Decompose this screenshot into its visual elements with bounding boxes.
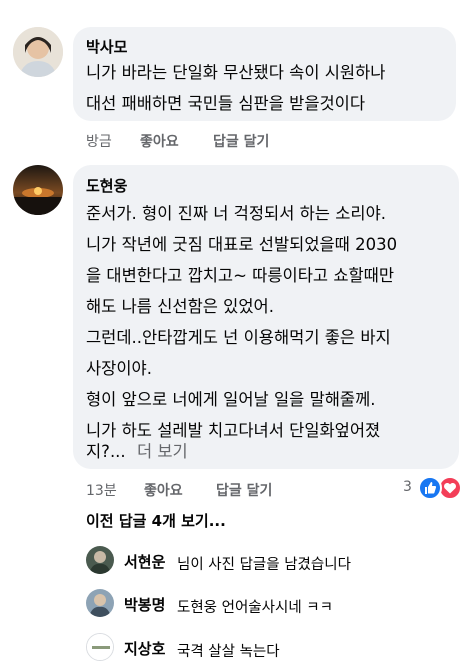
see-more-link[interactable]: 더 보기	[137, 442, 188, 461]
reply-text: 님이 사진 답글을 남겼습니다	[177, 557, 351, 573]
logo-avatar-icon	[87, 634, 113, 660]
comment-text-line: 니가 작년에 굿짐 대표로 선발되었을때 2030	[86, 235, 398, 254]
person-photo-icon	[13, 27, 63, 77]
avatar-reply-3[interactable]	[86, 633, 114, 661]
comment-text-line: 그런데..안타깝게도 넌 이용해먹기 좋은 바지	[86, 328, 391, 347]
comment-text-line: 준서가. 형이 진짜 너 걱정되서 하는 소리야.	[86, 204, 387, 223]
comment-text-line-last: 지?... 더 보기	[86, 436, 188, 467]
like-button[interactable]: 좋아요	[144, 480, 183, 500]
reaction-count: 3	[403, 479, 412, 495]
reply-button[interactable]: 답글 달기	[213, 131, 269, 151]
photo-avatar-icon	[86, 589, 114, 617]
comment-actions: 방금 좋아요 답글 달기	[86, 131, 386, 151]
comment-author[interactable]: 도현웅	[86, 175, 127, 196]
view-previous-replies-link[interactable]: 이전 답글 4개 보기...	[86, 510, 226, 531]
avatar-dohyunwoong[interactable]	[13, 165, 63, 215]
reply-author[interactable]: 박봉명	[124, 594, 165, 615]
comment-text-line: 을 대변한다고 깝치고~ 따릉이타고 쇼할때만	[86, 266, 395, 285]
reply-button[interactable]: 답글 달기	[216, 480, 272, 500]
comment-text-line: 대선 패배하면 국민들 심판을 받을것이다	[86, 94, 366, 113]
comment-actions: 13분 좋아요 답글 달기	[86, 480, 386, 500]
avatar-reply-2[interactable]	[86, 589, 114, 617]
like-button[interactable]: 좋아요	[140, 131, 179, 151]
comment-text-line: 형이 앞으로 너에게 일어날 일을 말해줄께.	[86, 390, 376, 409]
avatar-reply-1[interactable]	[86, 546, 114, 574]
photo-avatar-icon	[86, 546, 114, 574]
comment-timestamp[interactable]: 13분	[86, 480, 117, 500]
reply-author[interactable]: 서현운	[124, 551, 165, 572]
comment-author[interactable]: 박사모	[86, 36, 127, 57]
reply-text: 국격 살살 녹는다	[177, 644, 280, 660]
comment-text-line: 해도 나름 신선함은 있었어.	[86, 297, 274, 316]
comment-text-line: 사장이야.	[86, 359, 152, 378]
comment-timestamp[interactable]: 방금	[86, 131, 112, 151]
like-reaction-icon	[418, 476, 442, 500]
avatar-baksamo[interactable]	[13, 27, 63, 77]
sunset-photo-icon	[13, 165, 63, 215]
reply-text: 도현웅 언어술사시네 ㅋㅋ	[177, 600, 333, 616]
comment-text-truncated: 지?...	[86, 442, 126, 461]
reply-author[interactable]: 지상호	[124, 638, 165, 659]
comment-text-line: 니가 바라는 단일화 무산됐다 속이 시원하나	[86, 63, 386, 82]
reactions-summary[interactable]: 3	[403, 476, 465, 500]
